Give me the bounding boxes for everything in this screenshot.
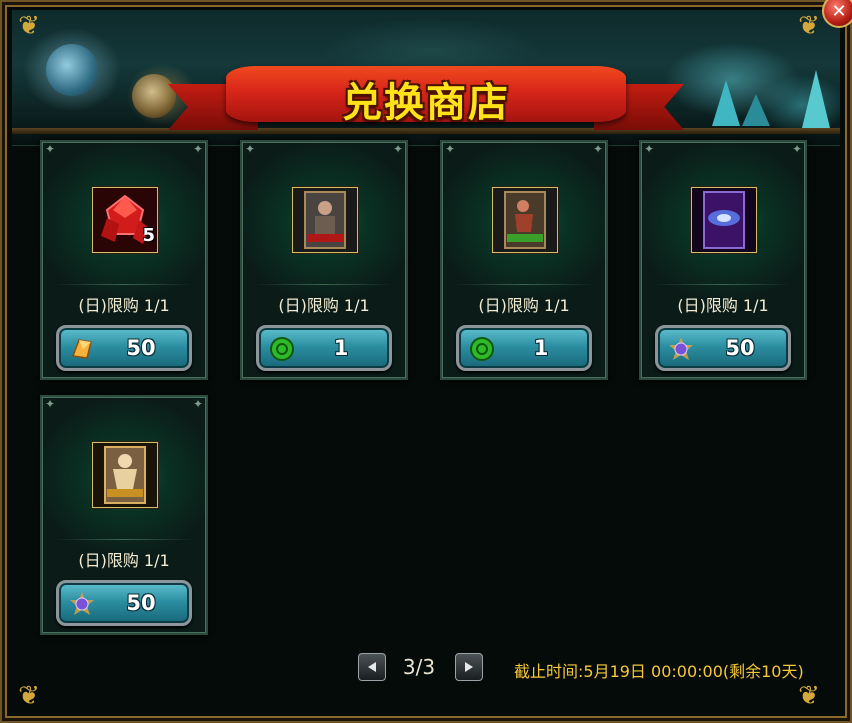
prev-page-button[interactable]	[358, 653, 386, 681]
shop-item-card: (日)限购 1/1 50	[40, 395, 208, 635]
item-slot[interactable]: 5	[92, 187, 158, 253]
angel-card-icon	[93, 443, 157, 507]
purchase-limit: (日)限购 1/1	[677, 296, 769, 315]
item-quantity: 5	[142, 225, 155, 246]
buy-button[interactable]: 1	[256, 325, 392, 371]
crystal-decoration	[712, 80, 740, 126]
divider	[56, 284, 192, 285]
item-slot[interactable]	[292, 187, 358, 253]
page-indicator: 3/3	[402, 655, 436, 679]
arrow-left-icon	[368, 662, 376, 672]
price-value: 50	[126, 336, 156, 360]
corner-ornament-icon: ❦	[18, 11, 40, 41]
buy-button[interactable]: 1	[456, 325, 592, 371]
crystal-orb	[46, 44, 98, 96]
shop-item-card: (日)限购 1/1 50	[639, 140, 807, 380]
green-token-icon	[270, 337, 294, 361]
divider	[56, 539, 192, 540]
purchase-limit: (日)限购 1/1	[278, 296, 370, 315]
price-value: 50	[725, 336, 755, 360]
corner-ornament-icon: ❦	[798, 681, 820, 711]
item-slot[interactable]	[492, 187, 558, 253]
deadline-text: 截止时间:5月19日 00:00:00(剩余10天)	[514, 662, 804, 681]
shop-item-card: (日)限购 1/1 1	[240, 140, 408, 380]
divider	[456, 284, 592, 285]
close-icon: ✕	[831, 0, 847, 22]
divider	[256, 284, 392, 285]
galaxy-card-icon	[692, 188, 756, 252]
buy-button[interactable]: 50	[655, 325, 791, 371]
arrow-right-icon	[465, 662, 473, 672]
item-slot[interactable]	[691, 187, 757, 253]
buy-button[interactable]: 50	[56, 325, 192, 371]
archer-card-icon	[493, 188, 557, 252]
purchase-limit: (日)限购 1/1	[78, 296, 170, 315]
buy-button[interactable]: 50	[56, 580, 192, 626]
next-page-button[interactable]	[455, 653, 483, 681]
purple-badge-icon	[70, 592, 94, 615]
price-value: 1	[333, 336, 349, 360]
price-value: 50	[126, 591, 156, 615]
divider	[655, 284, 791, 285]
purchase-limit: (日)限购 1/1	[78, 551, 170, 570]
purchase-limit: (日)限购 1/1	[478, 296, 570, 315]
price-value: 1	[533, 336, 549, 360]
shop-item-card: (日)限购 1/1 1	[440, 140, 608, 380]
item-slot[interactable]	[92, 442, 158, 508]
shop-item-card: 5 (日)限购 1/1 50	[40, 140, 208, 380]
shop-title: 兑换商店	[342, 80, 510, 126]
corner-ornament-icon: ❦	[18, 681, 40, 711]
title-ribbon: 兑换商店	[168, 60, 684, 140]
crystal-decoration	[742, 94, 770, 126]
amber-crystal-icon	[71, 339, 92, 359]
green-token-icon	[470, 337, 494, 361]
purple-badge-icon	[669, 337, 693, 360]
warrior-card-icon	[293, 188, 357, 252]
crystal-decoration	[802, 70, 830, 128]
